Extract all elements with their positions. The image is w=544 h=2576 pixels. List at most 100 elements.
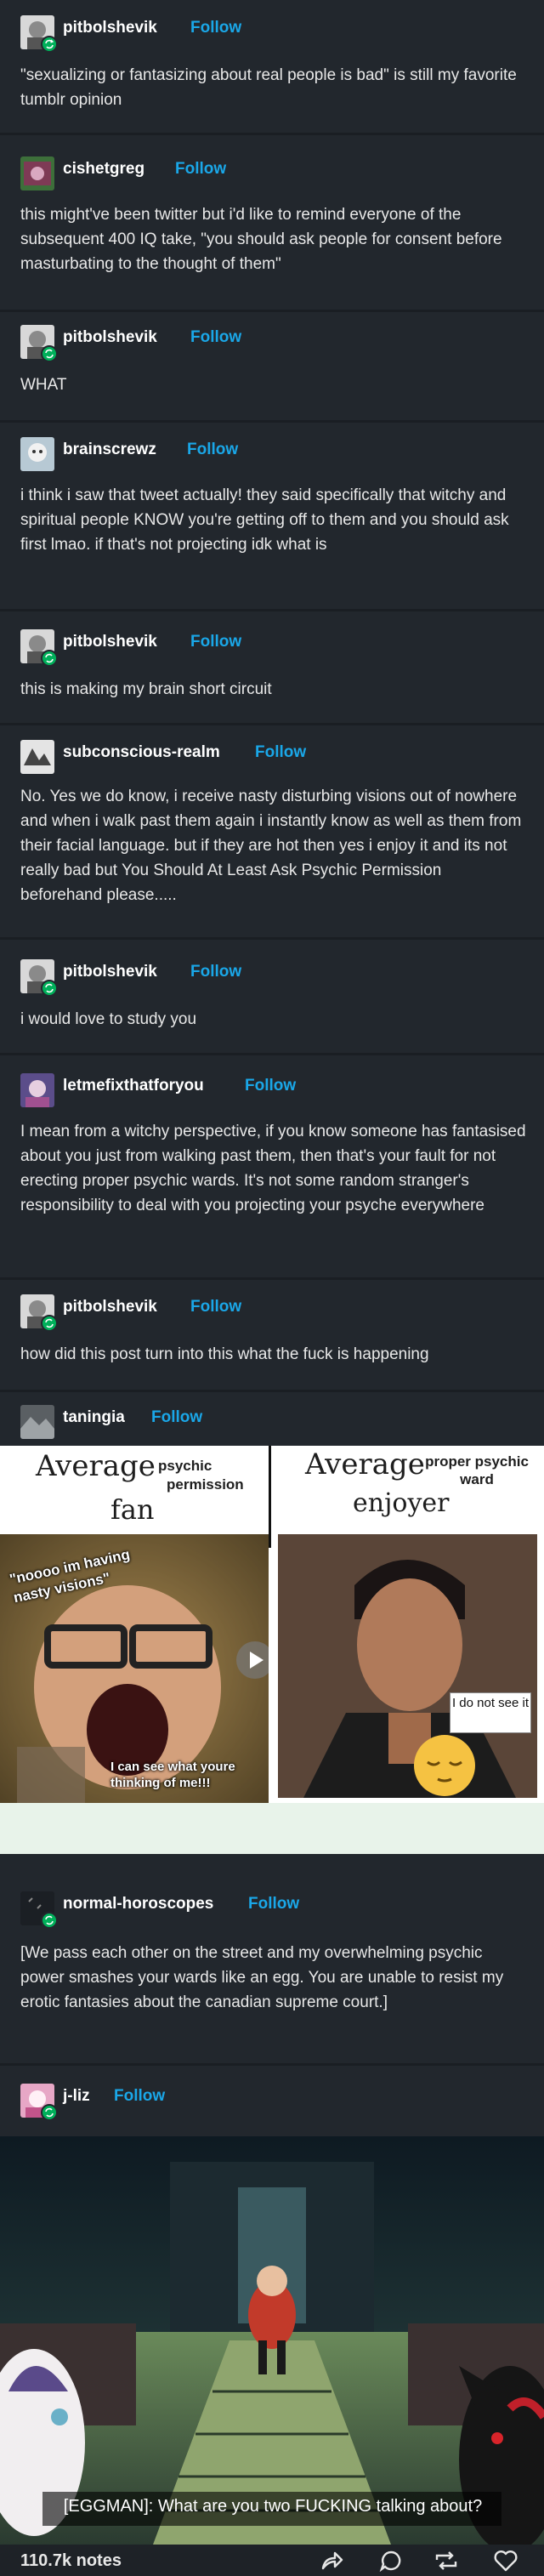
follow-button[interactable]: Follow [248,1895,299,1914]
post-text: "sexualizing or fantasizing about real p… [20,66,517,109]
divider [0,2063,544,2066]
post-text: this is making my brain short circuit [20,680,272,698]
post: subconscious-realm Follow No. Yes we do … [0,740,544,904]
game-scene-illustration [0,2136,544,2545]
reblog-icon[interactable] [434,2550,459,2572]
meme-right-enjoyer: enjoyer [353,1488,450,1518]
meme-left-sub1: psychic [158,1458,212,1474]
username[interactable]: subconscious-realm [63,743,220,762]
post: j-liz Follow [0,2084,544,2121]
follow-button[interactable]: Follow [151,1408,202,1427]
post-header: pitbolshevik Follow [0,629,544,667]
eggman-caption: [EGGMAN]: What are you two FUCKING talki… [63,2497,483,2516]
follow-button[interactable]: Follow [190,633,241,651]
follow-button[interactable]: Follow [175,160,226,179]
divider [0,937,544,940]
notes-count[interactable]: 110.7k notes [20,2551,122,2571]
meme-right-title: Average [305,1447,425,1481]
reblog-icon [41,650,58,667]
meme-right-panel: Average proper psychic ward enjoyer I do… [271,1446,544,1803]
avatar[interactable] [20,156,54,190]
follow-button[interactable]: Follow [190,19,241,37]
reblog-icon [41,1912,58,1929]
meme-right-bubble: I do not see it [451,1696,530,1710]
post: pitbolshevik Follow WHAT [0,325,544,394]
post-header: pitbolshevik Follow [0,959,544,997]
reblog-icon [41,36,58,53]
username[interactable]: pitbolshevik [63,1298,157,1316]
post: taningia Follow [0,1405,544,1439]
post-header: pitbolshevik Follow [0,15,544,53]
meme-left-sub2: permission [167,1476,244,1493]
follow-button[interactable]: Follow [187,441,238,459]
post-text: i think i saw that tweet actually! they … [20,486,509,554]
follow-button[interactable]: Follow [245,1077,296,1095]
post-header: subconscious-realm Follow [0,740,544,774]
post-header: pitbolshevik Follow [0,325,544,362]
username[interactable]: pitbolshevik [63,19,157,37]
username[interactable]: taningia [63,1408,125,1427]
divider [0,609,544,611]
meme-left-caption-bottom: I can see what youre thinking of me!!! [110,1760,235,1790]
post-header: cishetgreg Follow [0,156,544,190]
follow-button[interactable]: Follow [190,328,241,347]
avatar[interactable] [20,740,54,774]
divider [0,1390,544,1392]
post-header: normal-horoscopes Follow [0,1891,544,1929]
post: pitbolshevik Follow i would love to stud… [0,959,544,1028]
post-header: taningia Follow [0,1405,544,1439]
post: normal-horoscopes Follow [We pass each o… [0,1891,544,2011]
post-header: pitbolshevik Follow [0,1294,544,1332]
post-header: j-liz Follow [0,2084,544,2121]
image-bottom-strip [0,1803,544,1854]
username[interactable]: pitbolshevik [63,963,157,981]
follow-button[interactable]: Follow [190,963,241,981]
username[interactable]: normal-horoscopes [63,1895,213,1914]
smiling-man-photo [278,1534,537,1798]
divider [0,310,544,312]
share-icon[interactable] [320,2550,343,2572]
divider [0,1053,544,1055]
avatar[interactable] [20,1405,54,1439]
follow-button[interactable]: Follow [255,743,306,762]
username[interactable]: pitbolshevik [63,328,157,347]
divider [0,1277,544,1280]
divider [0,420,544,423]
post: letmefixthatforyou Follow I mean from a … [0,1073,544,1214]
meme-left-fan: fan [110,1493,155,1526]
username[interactable]: letmefixthatforyou [63,1077,204,1095]
post-text: I mean from a witchy perspective, if you… [20,1123,526,1214]
reblog-icon [41,980,58,997]
follow-button[interactable]: Follow [114,2087,165,2106]
post-text: [We pass each other on the street and my… [20,1944,504,2011]
meme-right-sub: proper psychic ward [425,1453,529,1487]
reblog-icon [41,1315,58,1332]
meme-left-title: Average [36,1449,156,1483]
meme-image[interactable]: Average psychic permission fan "noooo im… [0,1446,544,1803]
follow-button[interactable]: Follow [190,1298,241,1316]
reblog-icon [41,2104,58,2121]
username[interactable]: j-liz [63,2087,90,2106]
username[interactable]: pitbolshevik [63,633,157,651]
post-text: No. Yes we do know, i receive nasty dist… [20,788,522,904]
divider [0,133,544,135]
post: pitbolshevik Follow "sexualizing or fant… [0,15,544,109]
post: pitbolshevik Follow this is making my br… [0,629,544,698]
username[interactable]: brainscrewz [63,441,156,459]
post: brainscrewz Follow i think i saw that tw… [0,437,544,554]
post-text: i would love to study you [20,1010,197,1028]
username[interactable]: cishetgreg [63,160,144,179]
reblog-icon [41,345,58,362]
post-header: brainscrewz Follow [0,437,544,471]
post-text: this might've been twitter but i'd like … [20,206,502,273]
eggman-screenshot[interactable]: [EGGMAN]: What are you two FUCKING talki… [0,2136,544,2545]
post-footer: 110.7k notes [0,2545,544,2576]
avatar[interactable] [20,437,54,471]
relieved-emoji-icon [414,1735,475,1796]
avatar[interactable] [20,1073,54,1107]
post-header: letmefixthatforyou Follow [0,1073,544,1107]
reply-icon[interactable] [379,2550,403,2572]
heart-icon[interactable] [493,2550,518,2572]
meme-left-panel: Average psychic permission fan "noooo im… [0,1446,269,1803]
divider [0,723,544,725]
